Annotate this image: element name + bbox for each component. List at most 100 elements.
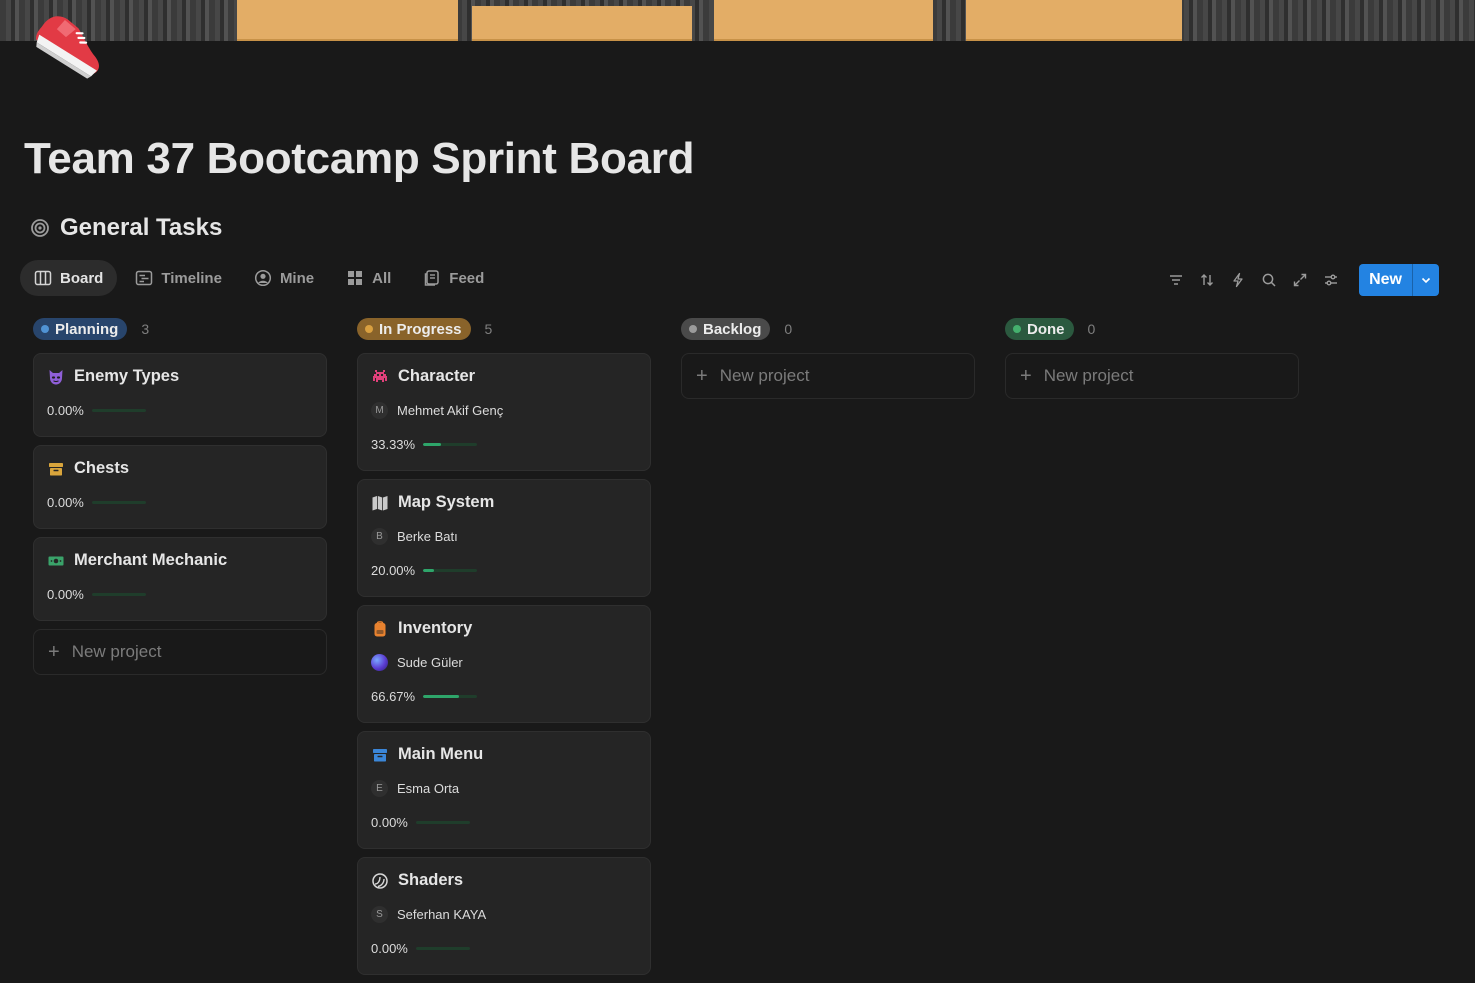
plus-icon: + [48, 640, 60, 663]
new-project-button[interactable]: + New project [681, 353, 975, 399]
status-dot [689, 325, 697, 333]
database-title[interactable]: General Tasks [60, 214, 222, 242]
progress-bar [423, 569, 478, 572]
board-column-planning: Planning 3 Enemy Types 0.00% Chests 0.00… [33, 318, 327, 675]
progress-row: 66.67% [371, 689, 637, 704]
progress-bar [423, 695, 478, 698]
tab-all[interactable]: All [332, 260, 405, 296]
project-card-map-system[interactable]: Map System B Berke Batı 20.00% [357, 479, 651, 597]
new-project-label: New project [1043, 366, 1134, 385]
avatar [371, 654, 388, 671]
status-label: Done [1027, 320, 1065, 338]
tab-label: Board [60, 269, 104, 287]
page-cover [0, 0, 1475, 41]
expand-button[interactable] [1291, 271, 1309, 289]
avatar: E [371, 780, 388, 797]
progress-bar [415, 821, 470, 824]
avatar: S [371, 906, 388, 923]
progress-row: 0.00% [47, 403, 313, 418]
new-button[interactable]: New [1359, 264, 1412, 296]
project-card-character[interactable]: Character M Mehmet Akif Genç 33.33% [357, 353, 651, 471]
progress-row: 0.00% [371, 815, 637, 830]
project-card-inventory[interactable]: Inventory Sude Güler 66.67% [357, 605, 651, 723]
status-badge[interactable]: In Progress [357, 318, 471, 340]
expand-icon [1293, 273, 1307, 287]
sort-button[interactable] [1198, 271, 1216, 289]
new-project-button[interactable]: + New project [33, 629, 327, 675]
new-project-label: New project [719, 366, 810, 385]
project-card-enemy-types[interactable]: Enemy Types 0.00% [33, 353, 327, 437]
page-title[interactable]: Team 37 Bootcamp Sprint Board [24, 134, 694, 184]
assignee-name: Seferhan KAYA [397, 907, 487, 922]
project-card-merchant-mechanic[interactable]: Merchant Mechanic 0.00% [33, 537, 327, 621]
tab-mine[interactable]: Mine [240, 260, 328, 296]
project-card-chests[interactable]: Chests 0.00% [33, 445, 327, 529]
progress-fill [423, 695, 460, 698]
database-toolbar: New [1167, 264, 1439, 296]
status-label: Backlog [703, 320, 762, 338]
automation-button[interactable] [1229, 271, 1247, 289]
progress-value: 0.00% [371, 815, 408, 830]
filter-icon [1170, 275, 1183, 285]
card-title-row: Enemy Types [47, 354, 313, 386]
column-count: 0 [1087, 321, 1096, 337]
archive-box-icon [371, 746, 389, 764]
avatar: B [371, 528, 388, 545]
progress-row: 0.00% [47, 587, 313, 602]
settings-button[interactable] [1322, 271, 1340, 289]
space-invader-icon [371, 368, 389, 386]
status-badge[interactable]: Backlog [681, 318, 771, 340]
progress-row: 0.00% [371, 941, 637, 956]
status-dot [365, 325, 373, 333]
column-count: 3 [141, 321, 150, 337]
filter-button[interactable] [1167, 271, 1185, 289]
assignee[interactable]: M Mehmet Akif Genç [371, 402, 637, 419]
column-count: 5 [484, 321, 493, 337]
project-card-shaders[interactable]: Shaders S Seferhan KAYA 0.00% [357, 857, 651, 975]
view-tabs: Board Timeline Mine All Feed [20, 260, 498, 296]
column-header: In Progress 5 [357, 318, 651, 340]
board-column-in-progress: In Progress 5 Character M Mehmet Akif Ge… [357, 318, 651, 983]
search-button[interactable] [1260, 271, 1278, 289]
new-project-button[interactable]: + New project [1005, 353, 1299, 399]
sort-icon [1201, 274, 1214, 286]
assignee-name: Esma Orta [397, 781, 460, 796]
map-icon [371, 494, 389, 512]
target-icon [31, 219, 49, 237]
card-title: Chests [74, 459, 130, 477]
card-title-row: Main Menu [371, 732, 637, 764]
tab-label: Timeline [161, 269, 222, 287]
running-shoe-icon[interactable] [24, 0, 116, 84]
assignee[interactable]: B Berke Batı [371, 528, 637, 545]
column-header: Planning 3 [33, 318, 327, 340]
progress-fill [423, 443, 442, 446]
column-header: Done 0 [1005, 318, 1299, 340]
settings-icon [1325, 274, 1338, 286]
status-badge[interactable]: Done [1005, 318, 1074, 340]
tab-timeline[interactable]: Timeline [121, 260, 236, 296]
progress-bar [91, 501, 146, 504]
plus-icon: + [1020, 364, 1032, 387]
tab-board[interactable]: Board [20, 260, 118, 296]
automation-icon [1233, 272, 1243, 288]
archive-box-icon [47, 460, 65, 478]
new-dropdown-button[interactable] [1412, 264, 1439, 296]
devil-mask-icon [47, 368, 65, 386]
assignee-name: Sude Güler [397, 655, 463, 670]
card-title-row: Inventory [371, 606, 637, 638]
progress-row: 20.00% [371, 563, 637, 578]
card-title-row: Merchant Mechanic [47, 538, 313, 570]
assignee[interactable]: Sude Güler [371, 654, 637, 671]
card-title: Merchant Mechanic [74, 551, 228, 569]
feed-icon [425, 270, 440, 286]
timeline-icon [136, 270, 153, 286]
status-label: In Progress [379, 320, 462, 338]
status-badge[interactable]: Planning [33, 318, 128, 340]
tab-feed[interactable]: Feed [409, 260, 498, 296]
project-card-main-menu[interactable]: Main Menu E Esma Orta 0.00% [357, 731, 651, 849]
assignee[interactable]: S Seferhan KAYA [371, 906, 637, 923]
progress-value: 0.00% [47, 403, 84, 418]
assignee[interactable]: E Esma Orta [371, 780, 637, 797]
assignee-name: Mehmet Akif Genç [397, 403, 504, 418]
progress-bar [91, 409, 146, 412]
